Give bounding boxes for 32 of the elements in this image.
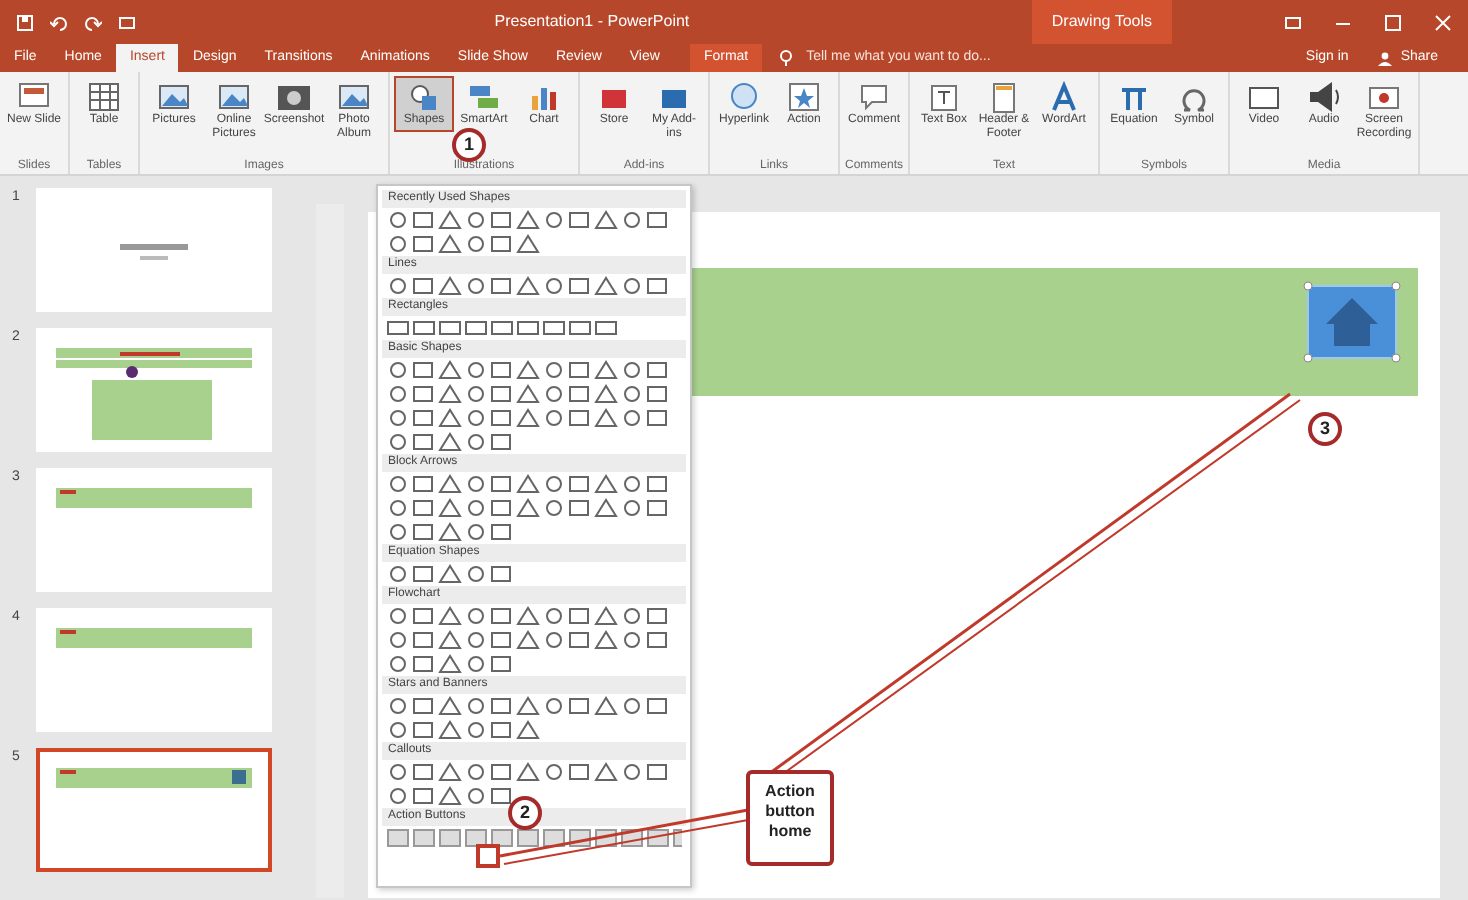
save-icon[interactable] xyxy=(16,13,34,31)
picture-icon xyxy=(216,80,252,114)
shape-gallery-row[interactable] xyxy=(382,828,682,850)
slide-thumbnail[interactable] xyxy=(36,608,272,732)
window-title: Presentation1 - PowerPoint xyxy=(494,12,690,30)
maximize-icon[interactable] xyxy=(1384,13,1402,31)
person-icon xyxy=(1378,51,1393,65)
textbox-icon xyxy=(926,80,962,114)
ribbon-display-icon[interactable] xyxy=(1284,13,1302,31)
camera-icon xyxy=(276,80,312,114)
undo-icon[interactable] xyxy=(50,13,68,31)
slide-thumbnail[interactable] xyxy=(36,328,272,452)
context-tab-header: Drawing Tools xyxy=(1031,0,1172,44)
highlight-frame xyxy=(476,844,500,868)
slide-thumbnail[interactable] xyxy=(36,748,272,872)
slideshow-icon[interactable] xyxy=(118,13,136,31)
comment-icon xyxy=(856,80,892,114)
redo-icon[interactable] xyxy=(84,13,102,31)
close-icon[interactable] xyxy=(1434,13,1452,31)
callout-label: Action button home xyxy=(746,770,834,866)
table-icon xyxy=(86,80,122,114)
picture-icon xyxy=(336,80,372,114)
wordart-icon xyxy=(1046,80,1082,114)
audio-icon xyxy=(1306,80,1342,114)
slide-thumbnail[interactable] xyxy=(36,468,272,592)
link-icon xyxy=(726,80,762,114)
smartart-icon xyxy=(466,80,502,114)
home-action-button[interactable] xyxy=(1302,280,1402,364)
slide-thumbnail[interactable] xyxy=(36,188,272,312)
lightbulb-icon xyxy=(778,50,795,66)
picture-icon xyxy=(156,80,192,114)
shapes-icon xyxy=(406,80,442,114)
